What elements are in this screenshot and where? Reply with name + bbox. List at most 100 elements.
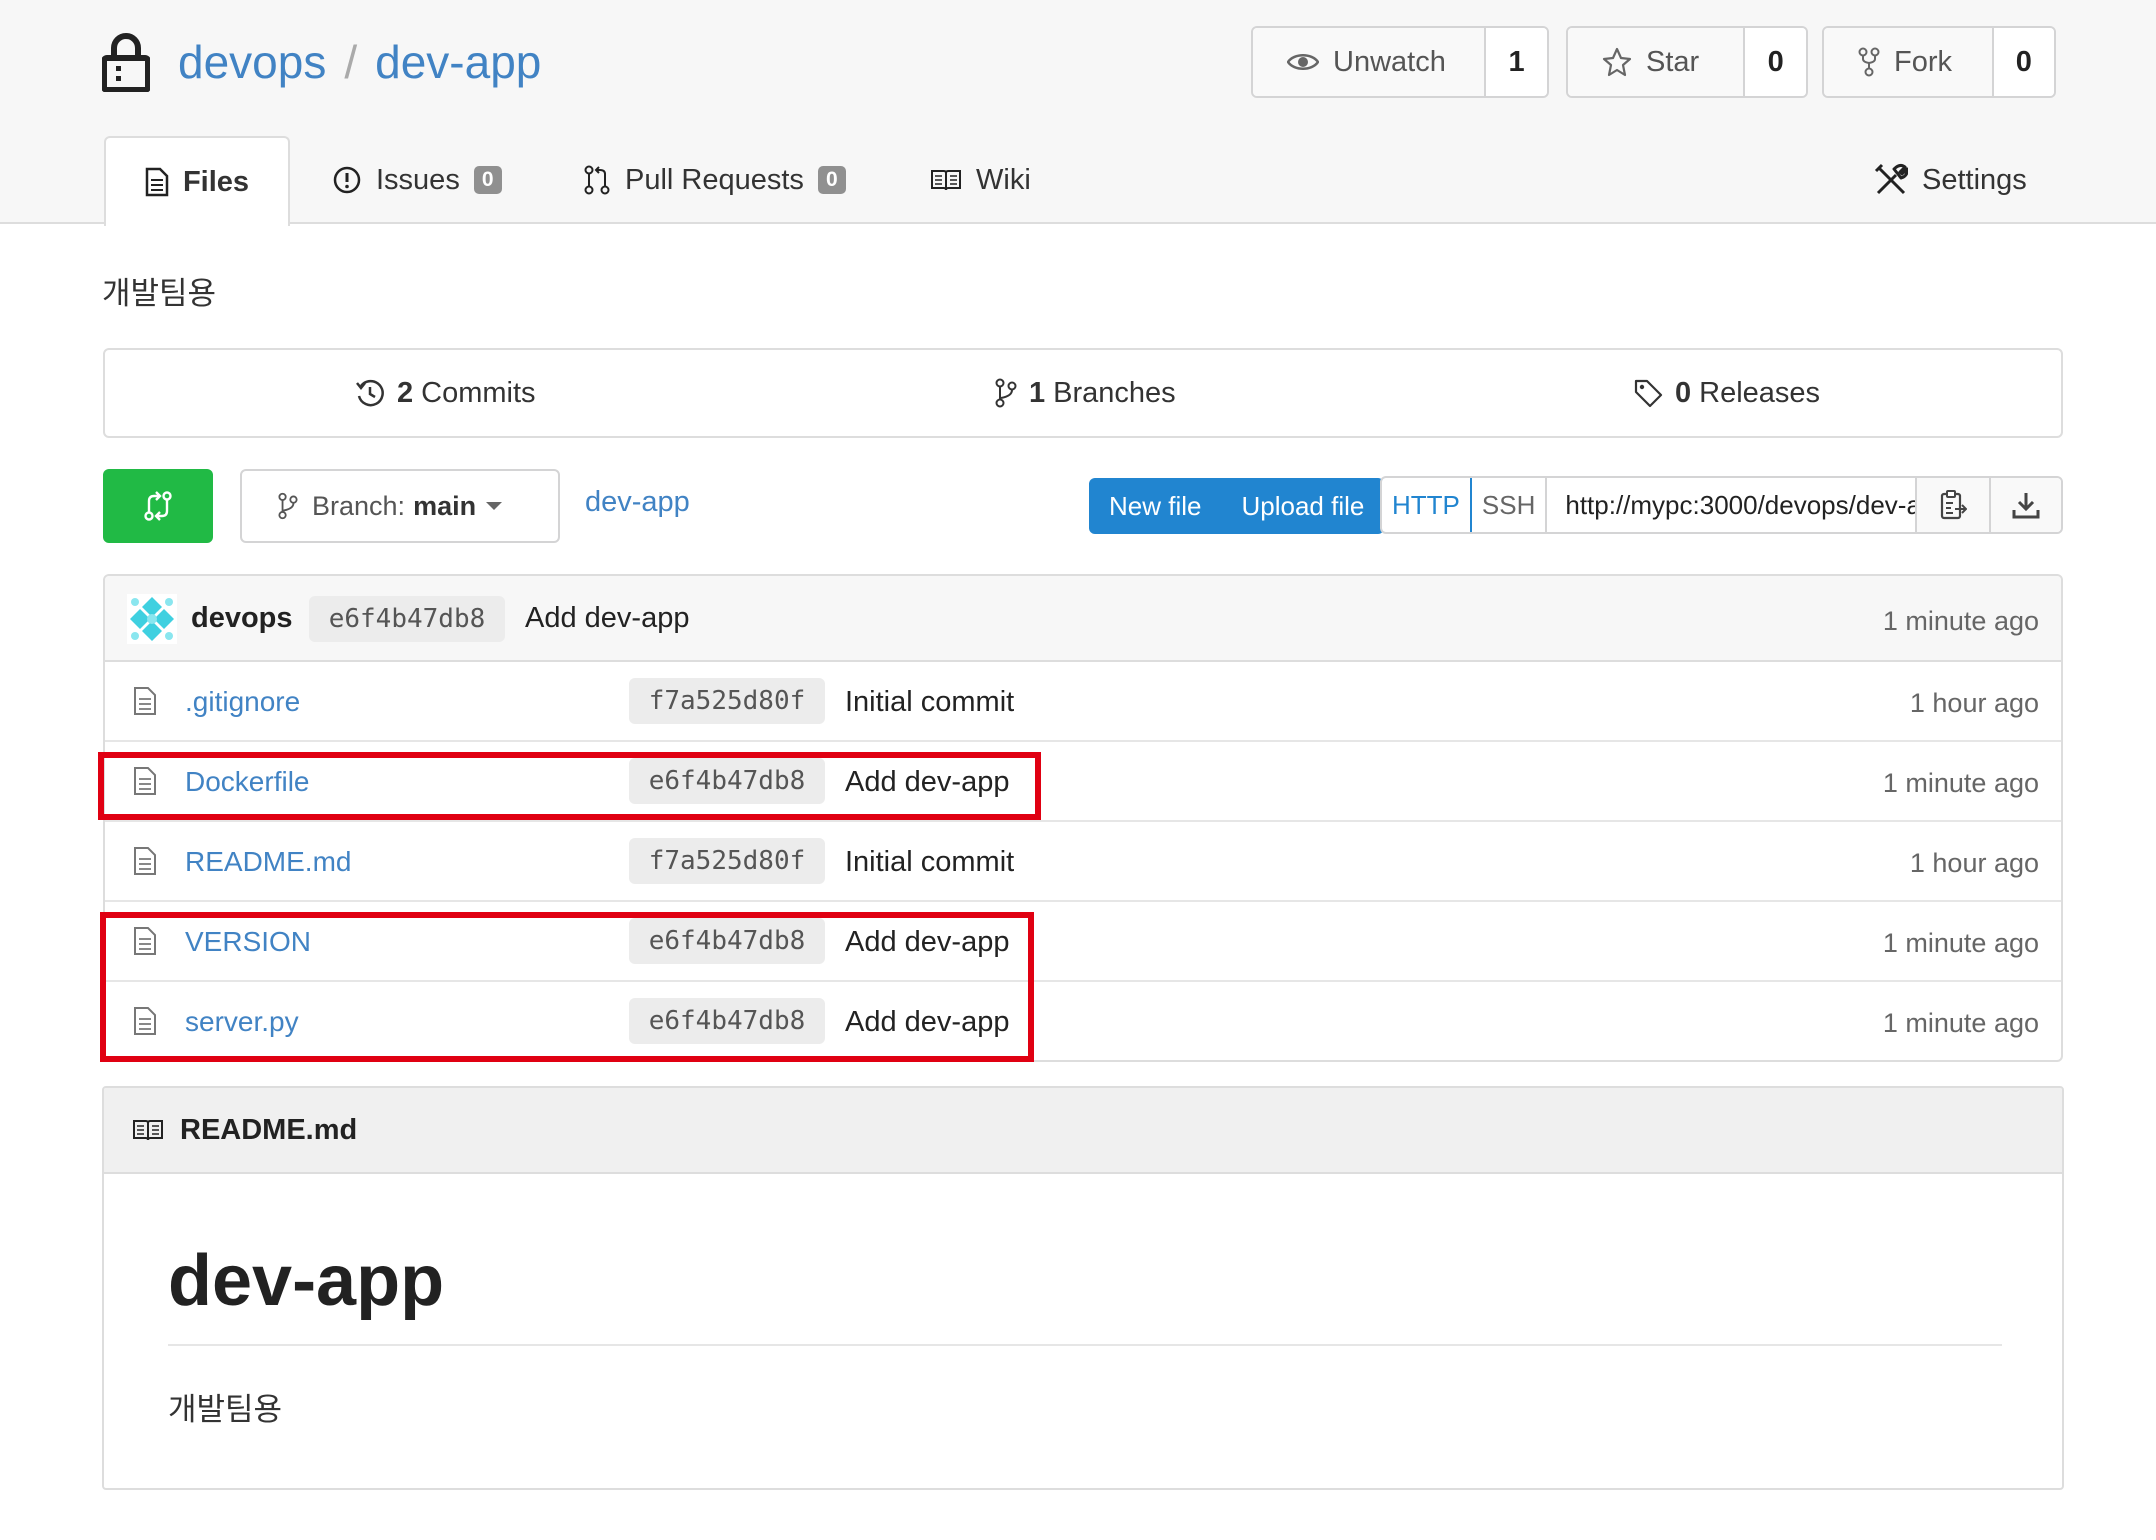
file-commit-age: 1 hour ago <box>1909 848 2039 878</box>
copy-url-button[interactable] <box>1917 478 1989 532</box>
upload-file-button[interactable]: Upload file <box>1221 478 1384 534</box>
commit-sha[interactable]: e6f4b47db8 <box>309 596 505 642</box>
repo-owner-link[interactable]: devops <box>178 35 326 89</box>
tab-settings[interactable]: Settings <box>1874 136 2027 224</box>
fork-icon <box>1858 47 1880 77</box>
file-commit-sha[interactable]: f7a525d80f <box>629 678 825 724</box>
repo-stats-bar: 2 Commits 1 Branches 0 Releases <box>103 348 2063 438</box>
file-name-link[interactable]: server.py <box>185 1006 299 1038</box>
file-commit-message[interactable]: Initial commit <box>845 686 1014 719</box>
star-button[interactable]: Star <box>1568 28 1746 96</box>
branches-stat[interactable]: 1 Branches <box>995 350 1176 436</box>
file-commit-age: 1 minute ago <box>1882 768 2039 798</box>
branch-icon <box>995 378 1017 408</box>
compare-arrows-icon <box>144 491 172 521</box>
download-button[interactable] <box>1989 478 2061 532</box>
file-commit-message[interactable]: Initial commit <box>845 846 1014 879</box>
star-button-group: Star 0 <box>1566 26 1808 98</box>
file-row: server.py e6f4b47db8 Add dev-app 1 minute a… <box>105 982 2061 1060</box>
avatar[interactable] <box>127 594 177 644</box>
commits-stat[interactable]: 2 Commits <box>355 350 536 436</box>
releases-count: 0 <box>1675 376 1692 409</box>
branches-label: Branches <box>1053 376 1176 409</box>
repo-name-link[interactable]: dev-app <box>375 35 541 89</box>
repo-path-separator: / <box>344 36 358 88</box>
repo-title: devops / dev-app <box>101 22 541 102</box>
issues-count-badge: 0 <box>473 166 502 194</box>
file-name-link[interactable]: README.md <box>185 846 351 878</box>
branch-dropdown[interactable]: Branch: main <box>240 469 560 543</box>
branches-count: 1 <box>1029 376 1046 409</box>
eye-icon <box>1287 54 1319 70</box>
branch-prefix: Branch: <box>312 490 406 521</box>
download-icon <box>2012 493 2040 519</box>
tools-icon <box>1874 163 1908 195</box>
file-commit-age: 1 hour ago <box>1909 688 2039 718</box>
tab-issues-label: Issues <box>376 163 460 196</box>
file-commit-message[interactable]: Add dev-app <box>845 766 1009 799</box>
tab-issues[interactable]: Issues 0 <box>332 136 502 224</box>
file-icon <box>133 1006 157 1041</box>
breadcrumb-repo-link[interactable]: dev-app <box>585 486 690 519</box>
fork-label: Fork <box>1894 45 1952 78</box>
readme-body: 개발팀용 <box>168 1392 283 1427</box>
tag-icon <box>1634 379 1663 408</box>
commit-message[interactable]: Add dev-app <box>525 602 689 635</box>
file-commit-sha[interactable]: e6f4b47db8 <box>629 918 825 964</box>
fork-button-group: Fork 0 <box>1822 26 2056 98</box>
repo-description: 개발팀용 <box>102 276 217 311</box>
readme-divider <box>168 1344 2002 1346</box>
watchers-count[interactable]: 1 <box>1486 28 1547 96</box>
file-commit-age: 1 minute ago <box>1882 928 2039 958</box>
tab-settings-label: Settings <box>1922 163 2027 196</box>
file-icon <box>133 846 157 881</box>
book-icon <box>133 1120 163 1141</box>
branch-name: main <box>413 490 477 521</box>
tab-files[interactable]: Files <box>104 136 290 226</box>
stars-count[interactable]: 0 <box>1745 28 1806 96</box>
commit-author[interactable]: devops <box>191 602 293 635</box>
forks-count[interactable]: 0 <box>1993 28 2054 96</box>
file-row: VERSION e6f4b47db8 Add dev-app 1 minute ago <box>105 902 2061 982</box>
file-commit-sha[interactable]: e6f4b47db8 <box>629 998 825 1044</box>
file-commit-sha[interactable]: f7a525d80f <box>629 838 825 884</box>
releases-label: Releases <box>1699 376 1821 409</box>
tab-wiki[interactable]: Wiki <box>930 136 1031 224</box>
tab-pull-requests[interactable]: Pull Requests 0 <box>583 136 846 224</box>
compare-button[interactable] <box>103 469 213 543</box>
latest-commit-row: devops e6f4b47db8 Add dev-app 1 minute a… <box>105 576 2061 662</box>
file-icon <box>133 926 157 961</box>
star-label: Star <box>1646 45 1700 78</box>
new-file-button[interactable]: New file <box>1089 478 1221 534</box>
clone-url-bar: HTTP SSH http://mypc:3000/devops/dev-app… <box>1380 476 2063 534</box>
tab-wiki-label: Wiki <box>976 163 1031 196</box>
pull-request-icon <box>584 165 610 195</box>
file-row: .gitignore f7a525d80f Initial commit 1 hour… <box>105 662 2061 742</box>
file-commit-message[interactable]: Add dev-app <box>845 926 1009 959</box>
commits-count: 2 <box>397 376 414 409</box>
lock-icon <box>101 32 151 93</box>
commits-label: Commits <box>421 376 536 409</box>
fork-button[interactable]: Fork <box>1824 28 1994 96</box>
clone-url-input[interactable]: http://mypc:3000/devops/dev-app.git <box>1547 478 1917 532</box>
file-row: Dockerfile e6f4b47db8 Add dev-app 1 minute … <box>105 742 2061 822</box>
file-commit-age: 1 minute ago <box>1882 1008 2039 1038</box>
file-name-link[interactable]: .gitignore <box>185 686 300 718</box>
file-text-icon <box>145 167 169 197</box>
file-name-link[interactable]: Dockerfile <box>185 766 309 798</box>
releases-stat[interactable]: 0 Releases <box>1633 350 1820 436</box>
unwatch-button[interactable]: Unwatch <box>1253 28 1487 96</box>
book-icon <box>931 170 961 191</box>
http-toggle[interactable]: HTTP <box>1382 478 1472 532</box>
file-name-link[interactable]: VERSION <box>185 926 311 958</box>
file-commit-sha[interactable]: e6f4b47db8 <box>629 758 825 804</box>
star-icon <box>1602 47 1632 77</box>
ssh-toggle[interactable]: SSH <box>1472 478 1548 532</box>
readme-header: README.md <box>104 1088 2062 1174</box>
file-commit-message[interactable]: Add dev-app <box>845 1006 1009 1039</box>
pull-requests-count-badge: 0 <box>817 166 846 194</box>
chevron-down-icon <box>486 502 503 510</box>
file-icon <box>133 686 157 721</box>
watch-button-group: Unwatch 1 <box>1251 26 1549 98</box>
issue-icon <box>333 166 361 194</box>
